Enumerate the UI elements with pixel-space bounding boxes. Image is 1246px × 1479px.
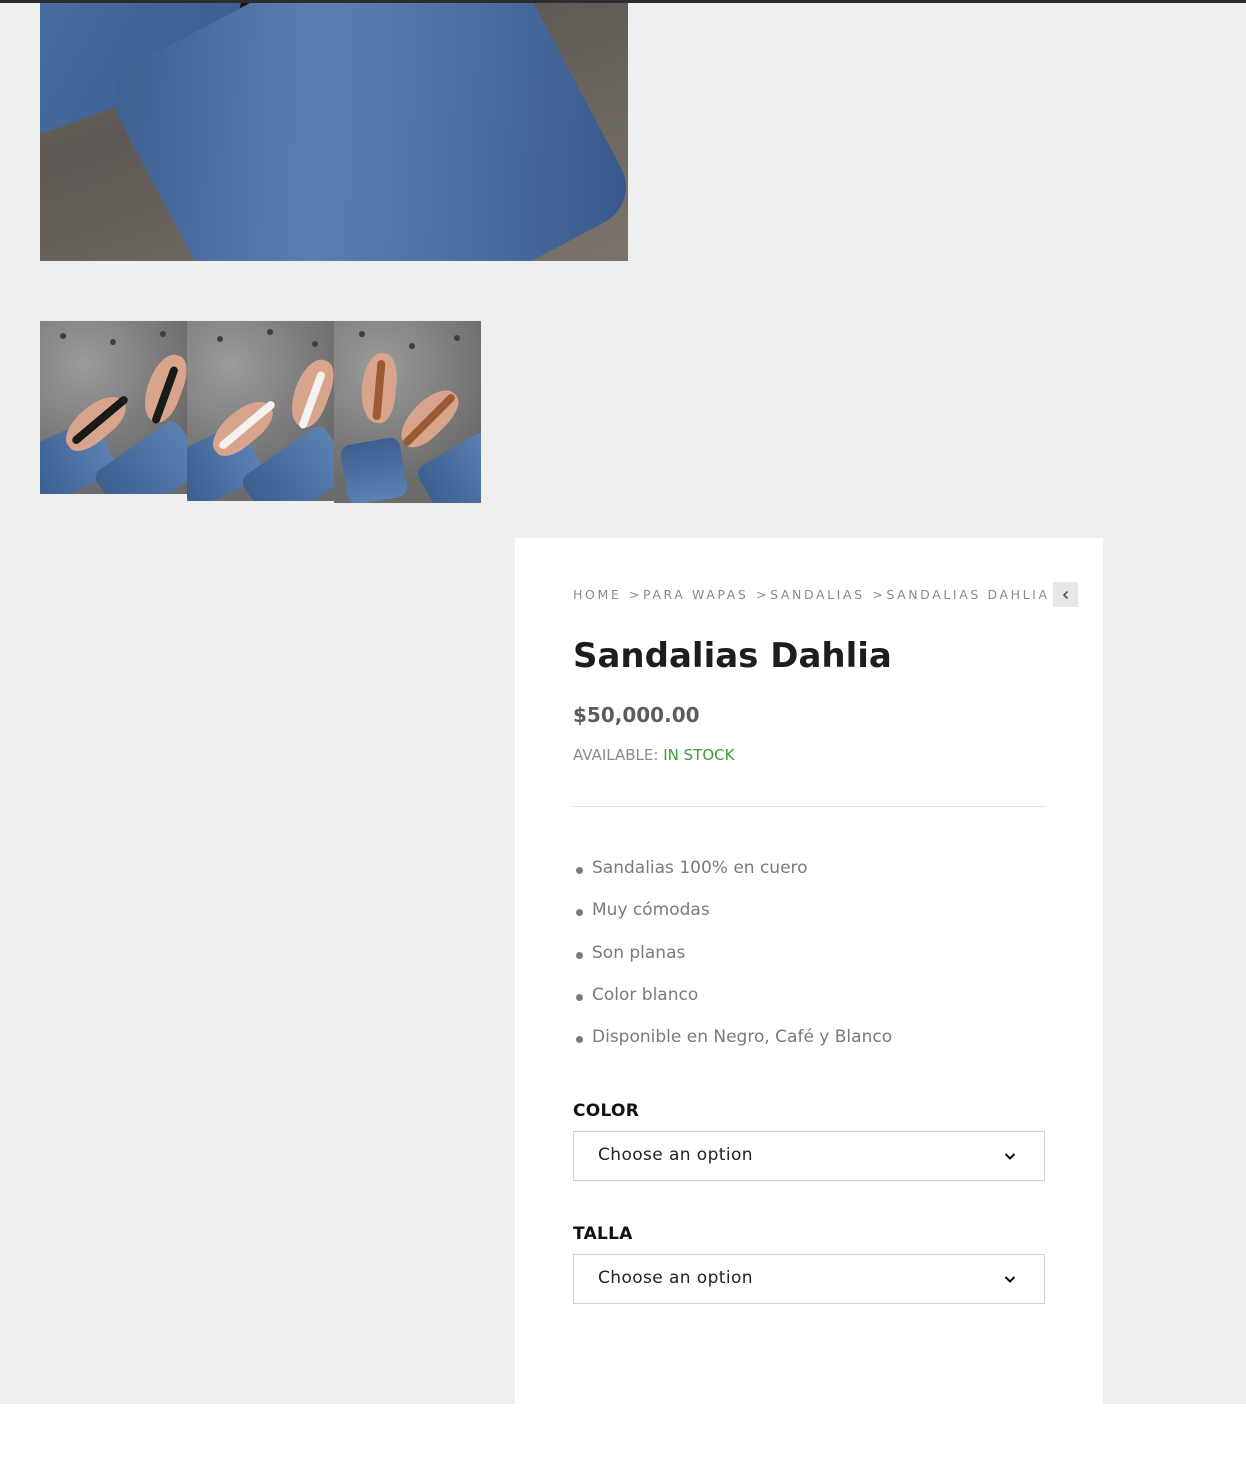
availability-status: IN STOCK xyxy=(663,746,735,764)
thumbnail-white[interactable] xyxy=(187,321,334,501)
product-title: Sandalias Dahlia xyxy=(573,636,892,676)
feature-item: Color blanco xyxy=(573,985,892,1027)
talla-label: TALLA xyxy=(573,1224,633,1244)
product-price: $50,000.00 xyxy=(573,703,700,727)
breadcrumb-separator: > xyxy=(756,587,770,602)
feature-list: Sandalias 100% en cuero Muy cómodas Son … xyxy=(573,858,892,1069)
talla-select[interactable]: Choose an option xyxy=(573,1254,1045,1304)
breadcrumb-current: SANDALIAS DAHLIA xyxy=(886,587,1050,602)
feature-item: Disponible en Negro, Café y Blanco xyxy=(573,1027,892,1069)
color-label: COLOR xyxy=(573,1101,640,1121)
feature-item: Sandalias 100% en cuero xyxy=(573,858,892,900)
product-thumbnails xyxy=(40,321,481,503)
color-select-value: Choose an option xyxy=(598,1145,753,1165)
breadcrumb-para-wapas[interactable]: PARA WAPAS xyxy=(643,587,748,602)
color-select[interactable]: Choose an option xyxy=(573,1131,1045,1181)
breadcrumb-separator: > xyxy=(872,587,886,602)
breadcrumb-sandalias[interactable]: SANDALIAS xyxy=(770,587,865,602)
chevron-down-icon xyxy=(1004,1153,1016,1160)
breadcrumb-separator: > xyxy=(628,587,642,602)
breadcrumb: HOME >PARA WAPAS >SANDALIAS >SANDALIAS D… xyxy=(573,587,1050,602)
availability-label: AVAILABLE: xyxy=(573,746,659,764)
divider xyxy=(573,806,1045,807)
chevron-down-icon xyxy=(1004,1276,1016,1283)
thumbnail-black[interactable] xyxy=(40,321,187,494)
product-main-image[interactable] xyxy=(40,3,628,261)
previous-product-button[interactable] xyxy=(1053,582,1078,607)
breadcrumb-home[interactable]: HOME xyxy=(573,587,621,602)
talla-select-value: Choose an option xyxy=(598,1268,753,1288)
page-footer-area xyxy=(0,1404,1246,1479)
feature-item: Son planas xyxy=(573,943,892,985)
chevron-left-icon xyxy=(1062,590,1068,599)
availability: AVAILABLE: IN STOCK xyxy=(573,746,734,764)
product-summary: HOME >PARA WAPAS >SANDALIAS >SANDALIAS D… xyxy=(515,538,1103,1404)
thumbnail-brown[interactable] xyxy=(334,321,481,503)
feature-item: Muy cómodas xyxy=(573,900,892,942)
